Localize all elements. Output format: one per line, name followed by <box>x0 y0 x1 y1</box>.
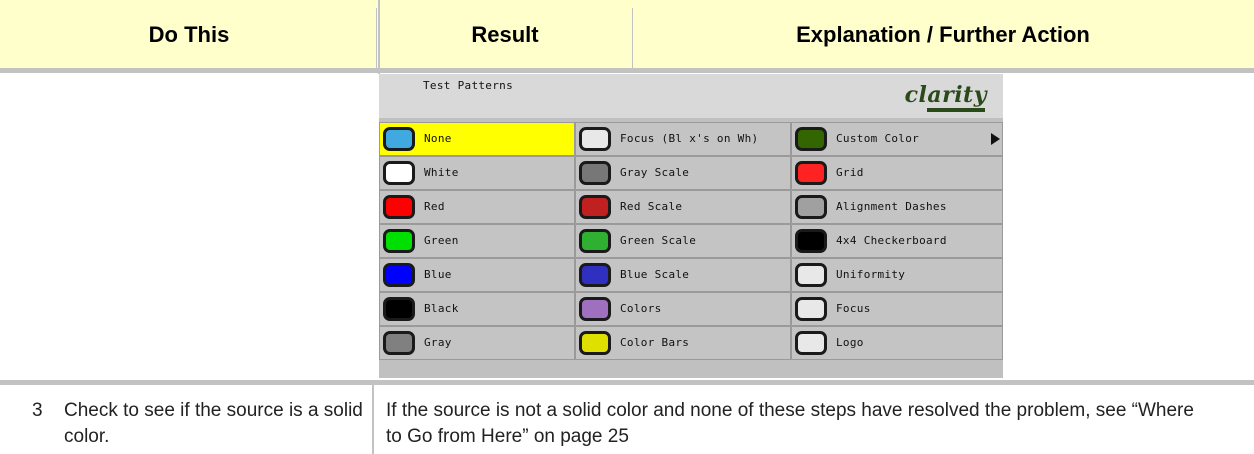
pattern-menu-label: Green <box>424 234 459 247</box>
header-do-this: Do This <box>148 22 230 47</box>
pattern-menu-label: Red <box>424 200 445 213</box>
pattern-menu-label: Colors <box>620 302 662 315</box>
none-pattern-icon <box>383 127 415 151</box>
pattern-menu-item[interactable]: Colors <box>575 292 791 326</box>
pattern-menu-item[interactable]: None <box>379 122 575 156</box>
pattern-menu-item[interactable]: Focus (Bl x's on Wh) <box>575 122 791 156</box>
step-explanation: If the source is not a solid color and n… <box>386 400 1194 447</box>
colors-icon <box>579 297 611 321</box>
pattern-menu-item[interactable]: Red <box>379 190 575 224</box>
pattern-menu-label: Grid <box>836 166 864 179</box>
pattern-menu-label: Focus <box>836 302 871 315</box>
table-header: Do This Result Explanation / Further Act… <box>0 0 1254 68</box>
test-patterns-screen: Test Patterns clarity None White Red Green B… <box>379 74 1003 378</box>
pattern-menu-item[interactable]: Custom Color <box>791 122 1003 156</box>
step-number: 3 <box>32 400 43 421</box>
header-explanation: Explanation / Further Action <box>796 22 1090 47</box>
pattern-menu-item[interactable]: Red Scale <box>575 190 791 224</box>
pattern-menu-item[interactable]: Gray Scale <box>575 156 791 190</box>
green-pattern-icon <box>383 229 415 253</box>
pattern-grid: None White Red Green Blue Black Gray Focus (Bl … <box>379 122 1003 378</box>
screen-title: Test Patterns <box>423 79 513 92</box>
pattern-menu-item[interactable]: Gray <box>379 326 575 360</box>
green-scale-icon <box>579 229 611 253</box>
black-pattern-icon <box>383 297 415 321</box>
pattern-menu-item[interactable]: White <box>379 156 575 190</box>
pattern-menu-label: Red Scale <box>620 200 683 213</box>
pattern-menu-item[interactable]: 4x4 Checkerboard <box>791 224 1003 258</box>
focus-bl-on-wh-icon <box>579 127 611 151</box>
pattern-menu-label: Color Bars <box>620 336 690 349</box>
pattern-menu-label: Blue Scale <box>620 268 690 281</box>
custom-color-icon <box>795 127 827 151</box>
logo-underline <box>927 108 985 112</box>
focus-icon <box>795 297 827 321</box>
pattern-menu-label: White <box>424 166 459 179</box>
white-pattern-icon <box>383 161 415 185</box>
pattern-menu-label: Black <box>424 302 459 315</box>
red-pattern-icon <box>383 195 415 219</box>
pattern-menu-label: Gray Scale <box>620 166 690 179</box>
pattern-menu-item[interactable]: Blue Scale <box>575 258 791 292</box>
blue-pattern-icon <box>383 263 415 287</box>
step-text: Check to see if the source is a solid co… <box>64 400 363 447</box>
pattern-menu-label: Blue <box>424 268 452 281</box>
pattern-menu-label: Green Scale <box>620 234 697 247</box>
header-divider <box>376 8 377 68</box>
pattern-menu-label: Uniformity <box>836 268 906 281</box>
pattern-menu-item[interactable]: Color Bars <box>575 326 791 360</box>
pattern-menu-item[interactable]: Green Scale <box>575 224 791 258</box>
checkerboard-icon <box>795 229 827 253</box>
grid-icon <box>795 161 827 185</box>
uniformity-icon <box>795 263 827 287</box>
color-bars-icon <box>579 331 611 355</box>
blue-scale-icon <box>579 263 611 287</box>
pattern-menu-item[interactable]: Black <box>379 292 575 326</box>
gray-scale-icon <box>579 161 611 185</box>
red-scale-icon <box>579 195 611 219</box>
pattern-menu-item[interactable]: Grid <box>791 156 1003 190</box>
pattern-menu-label: Custom Color <box>836 132 920 145</box>
screen-title-bar: Test Patterns clarity <box>379 74 1003 118</box>
clarity-logo: clarity <box>904 82 987 108</box>
pattern-menu-label: Alignment Dashes <box>836 200 947 213</box>
header-rule <box>0 68 1254 73</box>
pattern-menu-label: Gray <box>424 336 452 349</box>
row-rule <box>0 380 1254 385</box>
pattern-menu-item[interactable]: Focus <box>791 292 1003 326</box>
gray-pattern-icon <box>383 331 415 355</box>
column-divider <box>378 0 380 74</box>
pattern-menu-item[interactable]: Logo <box>791 326 1003 360</box>
header-result: Result <box>471 22 539 47</box>
alignment-dashes-icon <box>795 195 827 219</box>
submenu-arrow-icon <box>991 133 1000 145</box>
pattern-menu-label: 4x4 Checkerboard <box>836 234 947 247</box>
pattern-menu-label: Logo <box>836 336 864 349</box>
pattern-menu-item[interactable]: Green <box>379 224 575 258</box>
pattern-menu-label: None <box>424 132 452 145</box>
header-divider <box>632 8 633 68</box>
column-divider <box>372 385 374 454</box>
pattern-menu-item[interactable]: Blue <box>379 258 575 292</box>
pattern-menu-item[interactable]: Alignment Dashes <box>791 190 1003 224</box>
pattern-menu-label: Focus (Bl x's on Wh) <box>620 132 759 145</box>
logo-pattern-icon <box>795 331 827 355</box>
pattern-menu-item[interactable]: Uniformity <box>791 258 1003 292</box>
